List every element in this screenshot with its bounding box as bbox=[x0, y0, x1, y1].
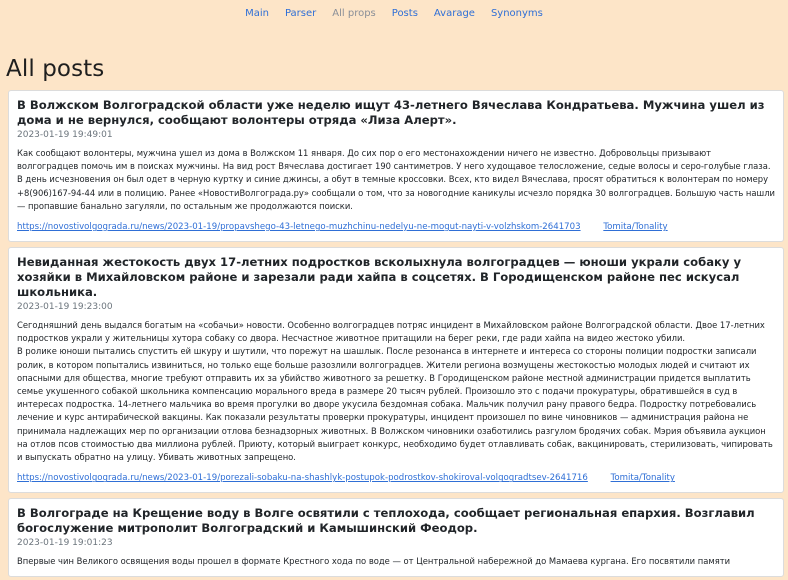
nav-link-main[interactable]: Main bbox=[237, 7, 277, 25]
post-links: https://novostivolgograda.ru/news/2023-0… bbox=[17, 472, 775, 484]
post-card: В Волжском Волгоградской области уже нед… bbox=[8, 90, 784, 243]
post-tonality-link[interactable]: Tomita/Tonality bbox=[603, 222, 667, 232]
page-title: All posts bbox=[6, 56, 105, 82]
top-navigation: Main Parser All props Posts Avarage Syno… bbox=[0, 0, 788, 25]
post-tonality-link[interactable]: Tomita/Tonality bbox=[611, 473, 675, 483]
post-source-link[interactable]: https://novostivolgograda.ru/news/2023-0… bbox=[17, 473, 588, 483]
post-title: Невиданная жестокость двух 17-летних под… bbox=[17, 255, 742, 300]
post-text: Как сообщают волонтеры, мужчина ушел из … bbox=[17, 148, 775, 211]
post-date: 2023-01-19 19:49:01 bbox=[17, 130, 113, 140]
nav-link-parser[interactable]: Parser bbox=[277, 7, 324, 25]
page: Main Parser All props Posts Avarage Syno… bbox=[0, 0, 788, 580]
nav-link-synonyms[interactable]: Synonyms bbox=[483, 7, 551, 25]
post-card: В Волгограде на Крещение воду в Волге ос… bbox=[8, 498, 784, 578]
post-date: 2023-01-19 19:01:23 bbox=[17, 538, 113, 549]
nav-link-posts[interactable]: Posts bbox=[384, 7, 426, 25]
post-date: 2023-01-19 19:23:00 bbox=[17, 302, 113, 313]
post-links: https://novostivolgograda.ru/news/2023-0… bbox=[17, 221, 775, 233]
post-card: Невиданная жестокость двух 17-летних под… bbox=[8, 247, 784, 494]
post-text: Впервые чин Великого освящения воды прош… bbox=[17, 556, 731, 567]
nav-link-avarage[interactable]: Avarage bbox=[426, 7, 483, 25]
post-title: В Волгограде на Крещение воду в Волге ос… bbox=[17, 506, 755, 536]
posts-list: В Волжском Волгоградской области уже нед… bbox=[8, 90, 784, 580]
post-title: В Волжском Волгоградской области уже нед… bbox=[17, 98, 765, 127]
nav-link-all-props[interactable]: All props bbox=[324, 7, 384, 25]
post-text: Сегодняшний день выдался богатым на «соб… bbox=[17, 320, 773, 463]
post-source-link[interactable]: https://novostivolgograda.ru/news/2023-0… bbox=[17, 222, 581, 232]
